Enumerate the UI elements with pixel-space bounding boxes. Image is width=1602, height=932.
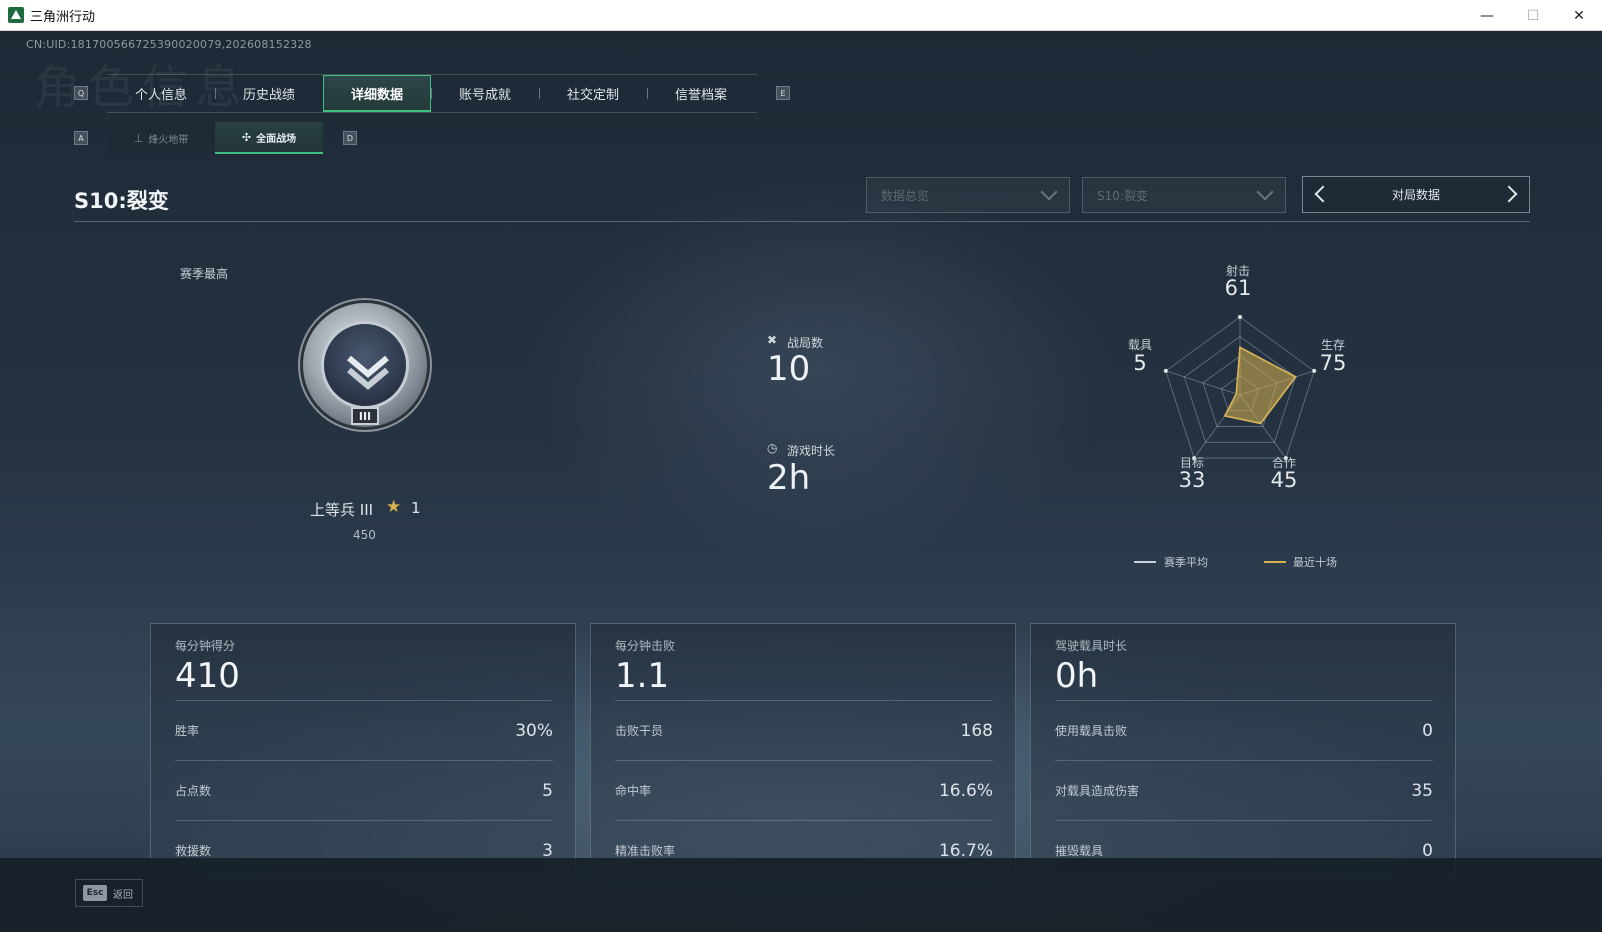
row-value: 0 bbox=[1422, 720, 1433, 741]
radar-value-cooperation: 45 bbox=[1270, 468, 1298, 492]
match-data-label: 对局数据 bbox=[1391, 188, 1440, 202]
row-value: 16.6% bbox=[938, 780, 993, 801]
key-hint-e: E bbox=[776, 86, 790, 100]
row-label: 使用载具击败 bbox=[1055, 724, 1128, 738]
rank-star-count: 1 bbox=[411, 499, 421, 517]
badge-tier: III bbox=[351, 407, 379, 425]
tab-achievements[interactable]: 账号成就 bbox=[431, 75, 539, 112]
key-hint-a: A bbox=[74, 131, 88, 145]
panel-main-value: 0h bbox=[1055, 656, 1099, 696]
row-label: 击败干员 bbox=[615, 724, 664, 738]
row-label: 占点数 bbox=[175, 784, 212, 798]
window-controls: — ☐ ✕ bbox=[1464, 0, 1602, 31]
row-label: 命中率 bbox=[615, 784, 652, 798]
clock-icon: ◷ bbox=[767, 441, 778, 455]
row-label: 胜率 bbox=[175, 724, 200, 738]
legend-season-swatch bbox=[1134, 561, 1156, 563]
key-hint-d: D bbox=[343, 131, 357, 145]
panel-main-value: 410 bbox=[175, 656, 240, 696]
panel-row: 使用载具击败 0 bbox=[1055, 700, 1433, 760]
panel-title: 每分钟得分 bbox=[175, 639, 236, 653]
tab-detailed-data[interactable]: 详细数据 bbox=[323, 75, 431, 112]
prev-arrow-icon[interactable] bbox=[1314, 185, 1332, 203]
chevron-down-icon bbox=[1256, 183, 1274, 201]
season-dropdown[interactable]: S10:裂变 bbox=[1082, 177, 1286, 213]
game-view: 角色信息 CN:UID:181700566725390020079,202608… bbox=[0, 31, 1602, 932]
dropdown-value: S10:裂变 bbox=[1097, 188, 1148, 203]
radar-axis bbox=[1165, 370, 1241, 396]
radar-value-vehicle: 5 bbox=[1133, 351, 1147, 375]
main-tabs: 个人信息 历史战绩 详细数据 账号成就 社交定制 信誉档案 bbox=[107, 74, 757, 113]
rank-points: 450 bbox=[353, 528, 376, 542]
row-value: 35 bbox=[1411, 780, 1433, 801]
vehicle-panel: 驾驶载具时长 0h 使用载具击败 0 对载具造成伤害 35 摧毁载具 0 bbox=[1030, 623, 1456, 879]
radar-value-survival: 75 bbox=[1319, 351, 1347, 375]
key-hint-q: Q bbox=[74, 86, 88, 100]
match-data-switcher: 对局数据 bbox=[1302, 176, 1530, 213]
row-label: 摧毁载具 bbox=[1055, 844, 1104, 858]
row-value: 5 bbox=[542, 780, 553, 801]
window-titlebar: 三角洲行动 — ☐ ✕ bbox=[0, 0, 1602, 31]
tab-reputation[interactable]: 信誉档案 bbox=[647, 75, 755, 112]
tab-personal-info[interactable]: 个人信息 bbox=[107, 75, 215, 112]
crossed-swords-icon: ✖ bbox=[767, 333, 778, 347]
uid-label: CN:UID:181700566725390020079,20260815232… bbox=[26, 38, 312, 51]
matches-value: 10 bbox=[767, 349, 811, 389]
row-value: 30% bbox=[515, 720, 553, 741]
kill-panel: 每分钟击败 1.1 击败干员 168 命中率 16.6% 精准击败率 16.7% bbox=[590, 623, 1016, 879]
subtab-hazard-zone[interactable]: ⊥ 烽火地带 bbox=[107, 122, 215, 154]
panel-row: 对载具造成伤害 35 bbox=[1055, 760, 1433, 820]
plane-icon: ✣ bbox=[241, 130, 252, 144]
header-divider bbox=[74, 221, 1530, 222]
panel-row: 胜率 30% bbox=[175, 700, 553, 760]
radar-value-objective: 33 bbox=[1178, 468, 1206, 492]
mode-subtabs: ⊥ 烽火地带 ✣ 全面战场 bbox=[107, 122, 323, 154]
score-panel: 每分钟得分 410 胜率 30% 占点数 5 救援数 3 bbox=[150, 623, 576, 879]
legend-recent-label: 最近十场 bbox=[1293, 556, 1337, 569]
subtab-full-battle[interactable]: ✣ 全面战场 bbox=[215, 122, 323, 154]
subtab-label: 烽火地带 bbox=[148, 134, 189, 146]
chevron-rank-icon bbox=[347, 355, 389, 390]
close-button[interactable]: ✕ bbox=[1556, 0, 1602, 31]
row-label: 救援数 bbox=[175, 844, 212, 858]
season-title: S10:裂变 bbox=[74, 189, 169, 213]
panel-main-value: 1.1 bbox=[615, 656, 670, 696]
row-label: 对载具造成伤害 bbox=[1055, 784, 1140, 798]
panel-title: 每分钟击败 bbox=[615, 639, 676, 653]
next-arrow-icon[interactable] bbox=[1500, 185, 1518, 203]
window-title: 三角洲行动 bbox=[30, 9, 96, 25]
chevron-down-icon bbox=[1040, 183, 1058, 201]
subtab-label: 全面战场 bbox=[256, 133, 297, 145]
row-value: 168 bbox=[960, 720, 993, 741]
panel-row: 命中率 16.6% bbox=[615, 760, 993, 820]
back-button[interactable]: Esc 返回 bbox=[75, 879, 143, 907]
minimize-button[interactable]: — bbox=[1464, 0, 1510, 31]
panel-row: 击败干员 168 bbox=[615, 700, 993, 760]
esc-key: Esc bbox=[83, 885, 107, 901]
panel-row: 占点数 5 bbox=[175, 760, 553, 820]
radar-value-shooting: 61 bbox=[1224, 276, 1252, 300]
crosshair-icon: ⊥ bbox=[133, 131, 144, 145]
playtime-value: 2h bbox=[767, 458, 811, 498]
dropdown-value: 数据总览 bbox=[881, 188, 930, 203]
back-label: 返回 bbox=[113, 889, 133, 901]
rank-name: 上等兵 III bbox=[310, 501, 374, 519]
legend-recent-swatch bbox=[1264, 561, 1286, 563]
maximize-button[interactable]: ☐ bbox=[1510, 0, 1556, 31]
rank-badge-icon: III bbox=[303, 303, 427, 427]
row-label: 精准击败率 bbox=[615, 844, 676, 858]
badge-core bbox=[321, 321, 409, 409]
app-logo-icon bbox=[8, 7, 24, 23]
tab-history[interactable]: 历史战绩 bbox=[215, 75, 323, 112]
star-icon: ★ bbox=[386, 497, 402, 517]
panel-title: 驾驶载具时长 bbox=[1055, 639, 1128, 653]
radar-axis-dot bbox=[1238, 315, 1242, 319]
tab-social[interactable]: 社交定制 bbox=[539, 75, 647, 112]
overview-dropdown[interactable]: 数据总览 bbox=[866, 177, 1070, 213]
season-best-label: 赛季最高 bbox=[180, 267, 229, 281]
legend-season-label: 赛季平均 bbox=[1164, 556, 1208, 569]
bottom-bar bbox=[0, 858, 1602, 932]
playtime-label: 游戏时长 bbox=[787, 444, 836, 458]
